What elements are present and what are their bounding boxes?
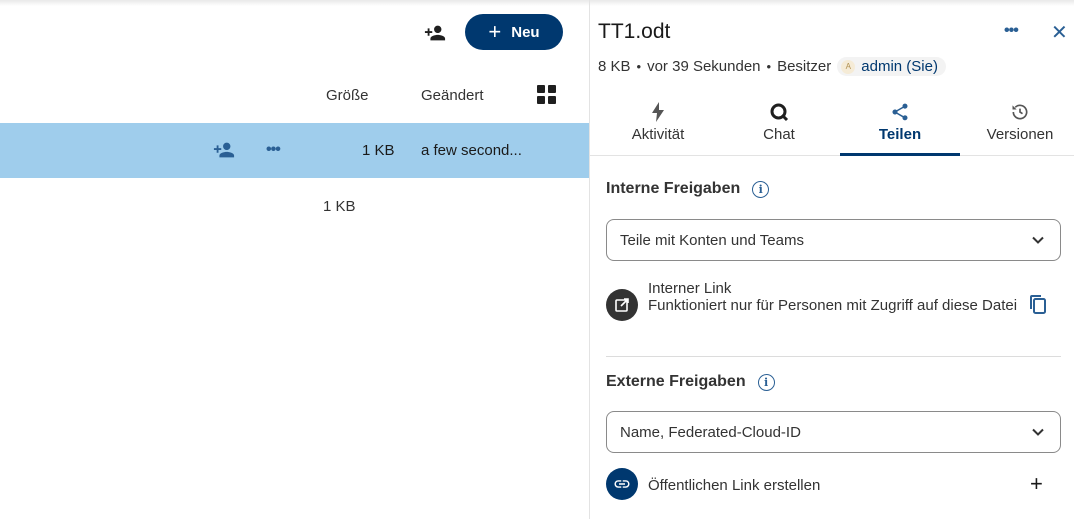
file-meta: 8 KB • vor 39 Sekunden • Besitzer A admi…: [598, 57, 946, 76]
owner-chip[interactable]: A admin (Sie): [837, 57, 946, 76]
column-header-size[interactable]: Größe: [326, 87, 369, 104]
share-add-icon[interactable]: [422, 20, 448, 46]
file-modified-time: vor 39 Sekunden: [647, 58, 761, 75]
tab-chat[interactable]: Chat: [719, 94, 839, 155]
new-button[interactable]: + Neu: [465, 14, 563, 50]
internal-share-select[interactable]: Teile mit Konten und Teams: [606, 219, 1061, 261]
link-icon: [606, 468, 638, 500]
tab-versions[interactable]: Versionen: [960, 94, 1074, 155]
tab-activity[interactable]: Aktivität: [598, 94, 718, 155]
internal-link-title: Interner Link: [648, 280, 732, 297]
owner-name: admin (Sie): [861, 58, 938, 75]
close-icon[interactable]: ✕: [1051, 20, 1068, 45]
more-icon[interactable]: •••: [266, 141, 284, 159]
chat-icon: [719, 94, 839, 122]
add-public-link-button[interactable]: +: [1030, 471, 1043, 497]
column-header-modified[interactable]: Geändert: [421, 87, 484, 104]
internal-shares-heading: Interne Freigaben i: [606, 180, 770, 198]
tab-share[interactable]: Teilen: [840, 94, 960, 156]
tab-label: Versionen: [986, 126, 1054, 143]
external-shares-title: Externe Freigaben: [606, 373, 746, 390]
file-list: + Neu Größe Geändert ••• 1 KB a few seco…: [0, 0, 590, 519]
plus-icon: +: [488, 19, 502, 44]
internal-share-placeholder: Teile mit Konten und Teams: [620, 231, 804, 249]
internal-shares-title: Interne Freigaben: [606, 180, 741, 197]
avatar: A: [841, 59, 856, 74]
tab-label: Chat: [763, 126, 795, 143]
file-title: TT1.odt: [598, 20, 671, 43]
tab-label: Teilen: [878, 126, 922, 143]
chevron-down-icon: [1032, 428, 1044, 436]
external-share-select[interactable]: Name, Federated-Cloud-ID: [606, 411, 1061, 453]
info-icon[interactable]: i: [752, 180, 770, 198]
row-size: 1 KB: [362, 142, 395, 159]
internal-link-desc: Funktioniert nur für Personen mit Zugrif…: [648, 297, 1018, 314]
history-icon: [960, 94, 1074, 122]
chevron-down-icon: [1032, 236, 1044, 244]
internal-link-text: Interner Link Funktioniert nur für Perso…: [648, 280, 1018, 314]
sidebar-more-icon[interactable]: •••: [1004, 22, 1019, 40]
sidebar-tabs: Aktivität Chat Teilen Versionen: [590, 94, 1074, 156]
details-sidebar: TT1.odt ••• ✕ 8 KB • vor 39 Sekunden • B…: [590, 0, 1074, 519]
copy-icon[interactable]: [1028, 294, 1050, 316]
external-shares-heading: Externe Freigaben i: [606, 373, 775, 391]
share-icon: [840, 94, 960, 122]
separator-dot: •: [636, 59, 642, 74]
row-modified: a few second...: [421, 142, 522, 159]
create-public-link[interactable]: Öffentlichen Link erstellen: [648, 477, 820, 494]
separator-dot: •: [766, 59, 772, 74]
external-link-icon: [606, 289, 638, 321]
section-divider: [606, 356, 1061, 357]
lightning-icon: [598, 94, 718, 122]
tab-label: Aktivität: [631, 126, 685, 143]
share-add-icon[interactable]: [213, 139, 235, 161]
new-button-label: Neu: [511, 23, 540, 41]
file-size: 8 KB: [598, 58, 631, 75]
external-share-placeholder: Name, Federated-Cloud-ID: [620, 423, 801, 441]
table-row-selected[interactable]: ••• 1 KB a few second...: [0, 123, 589, 178]
grid-view-icon[interactable]: [537, 85, 557, 105]
owner-label: Besitzer: [777, 58, 832, 75]
internal-link-row: Interner Link Funktioniert nur für Perso…: [606, 280, 1061, 340]
info-icon[interactable]: i: [757, 373, 775, 391]
summary-size: 1 KB: [323, 198, 356, 215]
